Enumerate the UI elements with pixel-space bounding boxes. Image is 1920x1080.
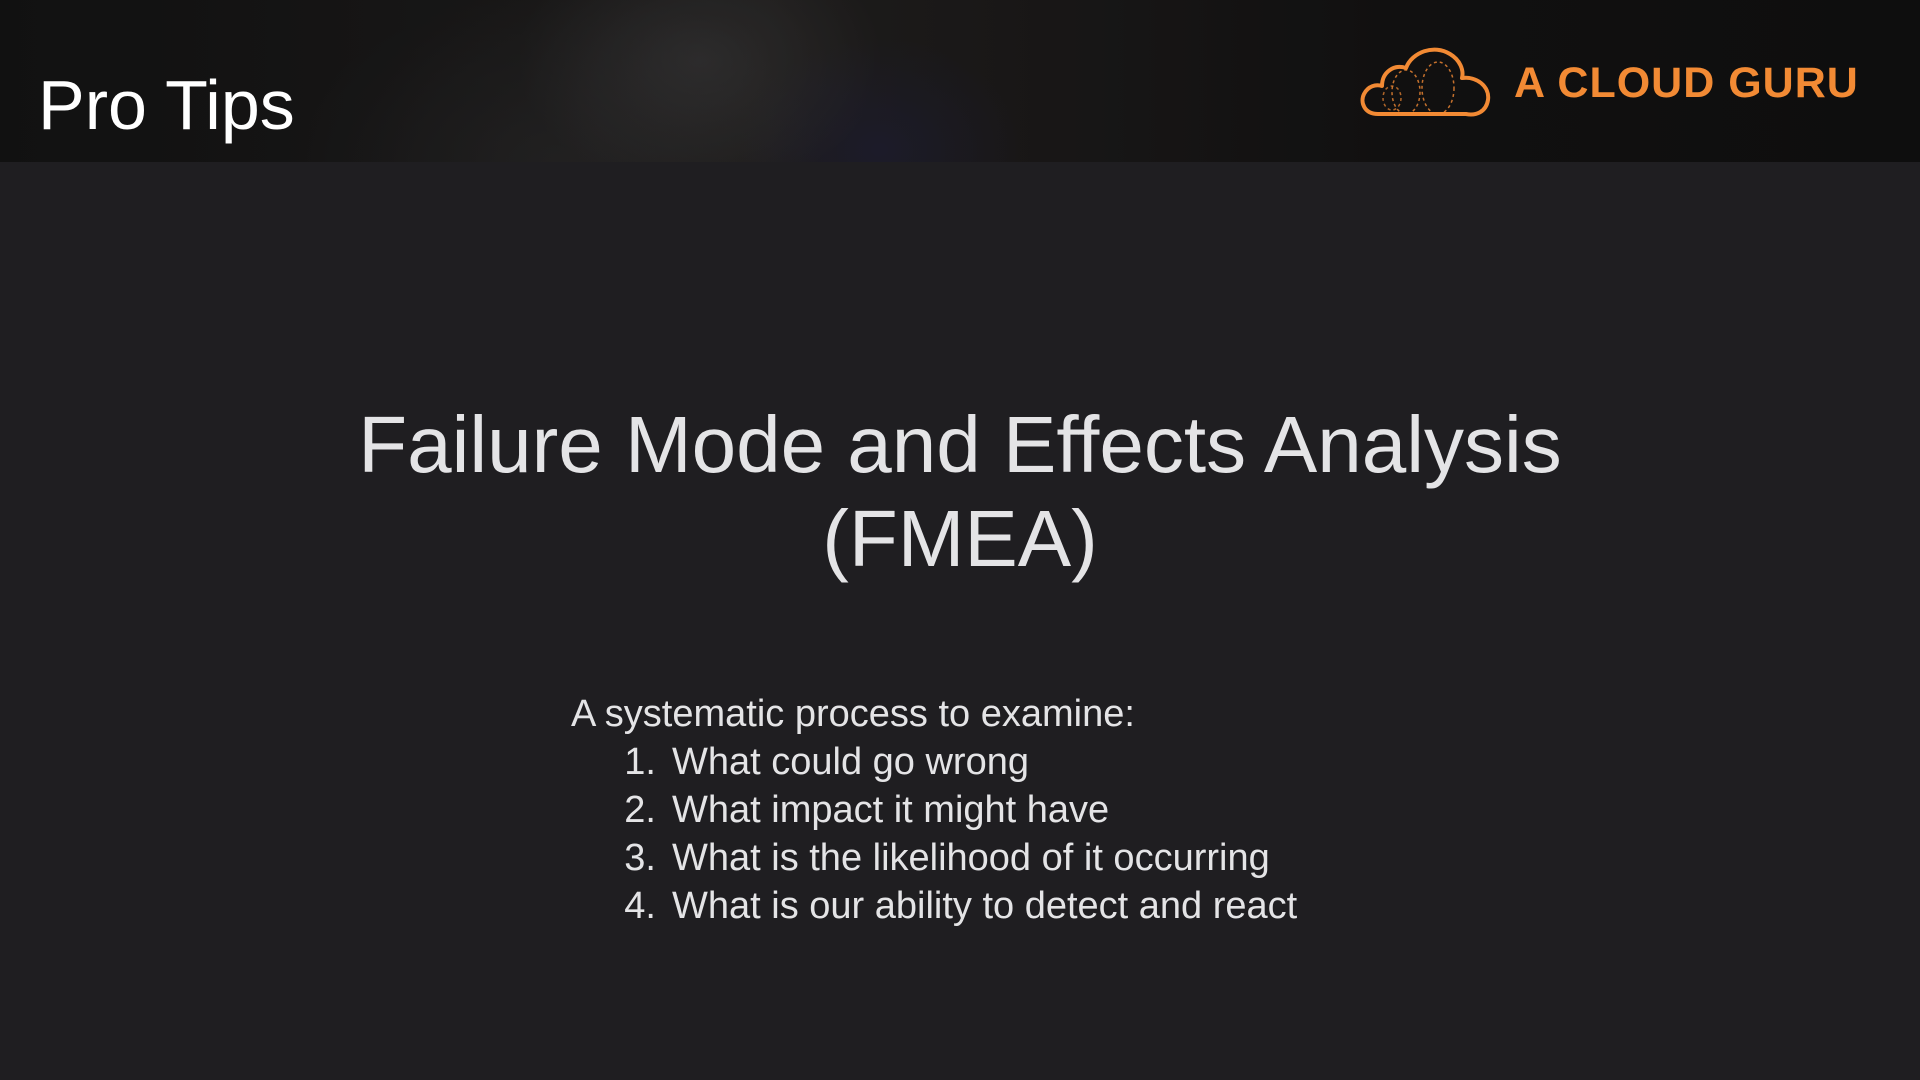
- list-item: 3. What is the likelihood of it occurrin…: [571, 834, 1297, 882]
- steps-list: 1. What could go wrong 2. What impact it…: [571, 738, 1297, 930]
- brand-logo-group: A CLOUD GURU: [1356, 38, 1859, 128]
- list-item-number: 1.: [624, 741, 656, 783]
- section-title: Pro Tips: [38, 66, 295, 144]
- list-item-number: 4.: [624, 885, 656, 927]
- video-header-banner: Pro Tips A CLOUD GURU: [0, 0, 1920, 162]
- intro-text: A systematic process to examine:: [571, 693, 1135, 735]
- list-item-text: What impact it might have: [672, 789, 1110, 831]
- list-item-number: 3.: [624, 837, 656, 879]
- slide-content: A systematic process to examine: 1. What…: [571, 690, 1297, 930]
- cloud-logo-icon: [1360, 47, 1491, 117]
- brand-name: A CLOUD GURU: [1514, 58, 1859, 107]
- list-item: 4. What is our ability to detect and rea…: [571, 882, 1297, 930]
- list-item-number: 2.: [624, 789, 656, 831]
- slide-title-line-2: (FMEA): [822, 494, 1098, 583]
- list-item-text: What is our ability to detect and react: [672, 885, 1298, 927]
- slide-title: Failure Mode and Effects Analysis (FMEA): [0, 398, 1920, 586]
- slide-title-line-1: Failure Mode and Effects Analysis: [358, 400, 1562, 489]
- list-item: 1. What could go wrong: [571, 738, 1297, 786]
- list-item-text: What could go wrong: [672, 741, 1029, 783]
- list-item-text: What is the likelihood of it occurring: [672, 837, 1270, 879]
- list-item: 2. What impact it might have: [571, 786, 1297, 834]
